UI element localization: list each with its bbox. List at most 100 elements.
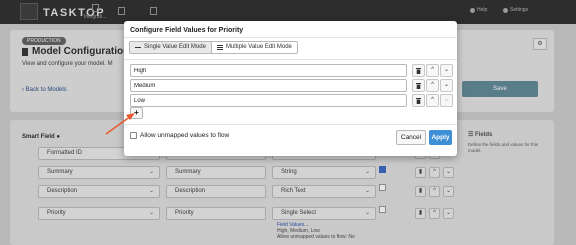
integrations-icon [91,4,99,12]
delete-row-button[interactable]: ▮ [415,186,426,197]
required-checkbox[interactable] [379,184,386,191]
single-line-icon [135,47,141,48]
delete-row-button[interactable]: ▮ [415,167,426,178]
required-checkbox[interactable] [379,206,386,213]
production-badge: PRODUCTION [22,37,66,45]
cancel-button[interactable]: Cancel [396,130,426,145]
field-name-input[interactable]: Summary [166,166,266,179]
delete-row-button[interactable]: ▮ [415,208,426,219]
move-down-button[interactable]: ⌄ [443,208,454,219]
move-up-button[interactable]: ^ [429,208,440,219]
field-name-input[interactable]: Priority [166,207,266,220]
single-value-mode-button[interactable]: Single Value Edit Mode [129,41,212,54]
single-value-mode-label: Single Value Edit Mode [144,44,206,50]
row-actions: ▮ ^ ⌄ [415,167,454,178]
chevron-down-icon: ⌄ [364,188,370,194]
row-actions: ▮ ^ ⌄ [415,208,454,219]
value-input[interactable] [130,79,407,92]
move-up-button[interactable]: ^ [426,94,439,107]
trash-icon [416,98,421,104]
nav-integrations-label: Integrati... [84,14,107,20]
nav-settings[interactable]: Settings [503,7,528,13]
required-checkbox[interactable] [379,166,386,173]
value-input[interactable] [130,64,407,77]
trash-icon [416,83,421,89]
smart-field-value: Description [47,188,78,194]
chevron-up-icon: ^ [431,97,434,103]
value-row: ^ ⌄ [130,79,453,92]
field-values-summary: High, Medium, Low Allow unmapped values … [277,228,355,240]
chevron-down-icon: ⌄ [148,210,154,216]
multiple-value-mode-label: Multiple Value Edit Mode [225,44,292,50]
configure-field-values-dialog: Configure Field Values for Priority Sing… [124,21,457,156]
nav-settings-label: Settings [510,7,529,13]
dialog-divider [124,37,457,38]
chevron-up-icon: ^ [431,82,434,88]
nav-models[interactable] [118,0,125,24]
move-down-button[interactable]: ⌄ [440,94,453,107]
apply-button[interactable]: Apply [429,130,452,145]
trash-icon [416,68,421,74]
card-settings-button[interactable]: ⚙ [533,38,547,50]
value-row: ^ ⌄ [130,94,453,107]
collections-icon [150,7,157,15]
add-value-button[interactable]: + [130,107,143,119]
field-type-select[interactable]: Rich Text ⌄ [272,185,376,198]
nav-help-label: Help [477,7,488,13]
chevron-down-icon: ⌄ [443,67,450,73]
move-up-button[interactable]: ^ [429,186,440,197]
field-type-select[interactable]: String ⌄ [272,166,376,179]
value-row: ^ ⌄ [130,64,453,77]
delete-value-button[interactable] [412,94,425,107]
move-down-button[interactable]: ⌄ [440,64,453,77]
chevron-down-icon: ⌄ [364,210,370,216]
smart-field-select[interactable]: Summary ⌄ [38,166,160,179]
models-icon [118,7,125,15]
page-title: Model Configuration [22,46,129,57]
chevron-down-icon: ⌄ [364,169,370,175]
dialog-divider [124,59,457,60]
field-type-value: Rich Text [281,188,306,194]
smart-field-value: Priority [47,210,66,216]
smart-field-select[interactable]: Priority ⌄ [38,207,160,220]
unmapped-flow-note: Allow unmapped values to flow: No [277,234,355,240]
field-type-value: Single Select [281,210,317,216]
gear-icon [503,7,508,13]
allow-unmapped-toggle[interactable]: Allow unmapped values to flow [130,132,229,139]
move-down-button[interactable]: ⌄ [443,167,454,178]
delete-value-button[interactable] [412,79,425,92]
value-input[interactable] [130,94,407,107]
allow-unmapped-label: Allow unmapped values to flow [140,132,230,139]
move-down-button[interactable]: ⌄ [440,79,453,92]
smart-field-header: Smart Field ● [22,134,60,140]
tasktop-logo-icon [20,3,38,20]
back-to-models-link[interactable]: ‹ Back to Models [22,87,67,93]
help-icon [470,7,475,13]
chevron-down-icon: ⌄ [148,169,154,175]
chevron-down-icon: ⌄ [443,82,450,88]
dialog-title: Configure Field Values for Priority [130,27,244,34]
page-subtitle: View and configure your model. M [22,61,113,67]
chevron-down-icon: ⌄ [148,188,154,194]
move-down-button[interactable]: ⌄ [443,186,454,197]
dialog-divider [124,124,457,125]
multiple-value-mode-button[interactable]: Multiple Value Edit Mode [211,41,298,54]
page-title-text: Model Configuration [32,46,130,57]
allow-unmapped-checkbox[interactable] [130,132,137,139]
field-type-select[interactable]: Single Select ⌄ [272,207,376,220]
chevron-down-icon: ⌄ [443,97,450,103]
move-up-button[interactable]: ^ [426,64,439,77]
smart-field-value: Formatted ID [47,150,83,156]
chevron-up-icon: ^ [431,67,434,73]
fields-panel-description: Define the fields and values for this mo… [468,142,539,153]
save-button[interactable]: Save [462,81,538,97]
field-name-input[interactable]: Description [166,185,266,198]
row-actions: ▮ ^ ⌄ [415,186,454,197]
nav-help[interactable]: Help [470,7,487,13]
delete-value-button[interactable] [412,64,425,77]
nav-integrations[interactable]: Integrati... [84,0,106,24]
field-type-value: String [281,169,297,175]
move-up-button[interactable]: ^ [426,79,439,92]
move-up-button[interactable]: ^ [429,167,440,178]
smart-field-select[interactable]: Description ⌄ [38,185,160,198]
